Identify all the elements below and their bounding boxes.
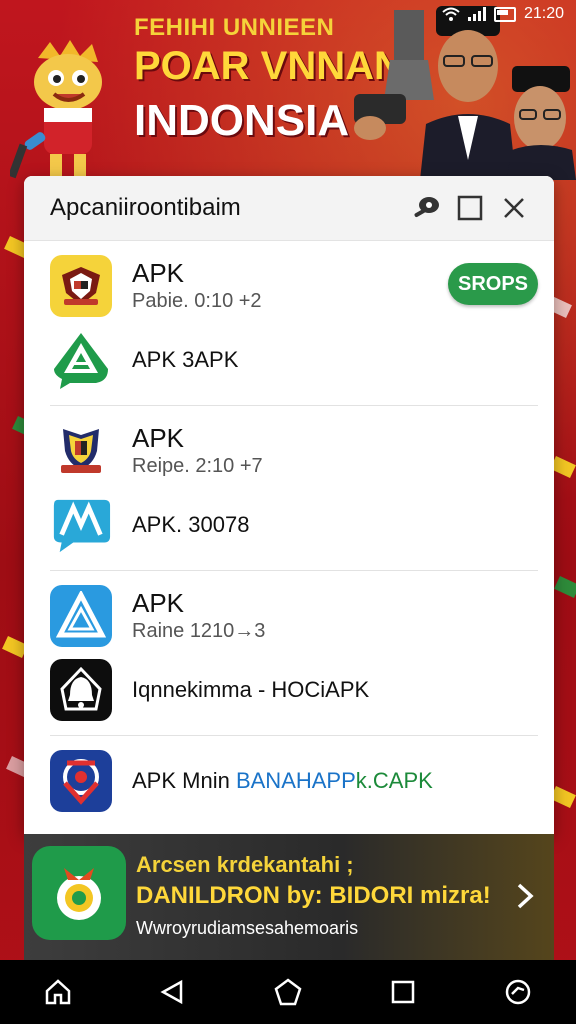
ad-headline: Arcsen krdekantahi ;	[136, 852, 354, 877]
app-link-text: BANAHAPP	[235, 768, 356, 793]
navigation-bar	[0, 960, 576, 1024]
battery-icon	[493, 6, 516, 22]
app-dialog: Apcaniiroontibaim APK Pabie. 0:10 +2 APK…	[24, 176, 554, 834]
back-button[interactable]	[146, 965, 200, 1019]
back-triangle-icon	[160, 979, 183, 1005]
blue-a-icon	[50, 585, 112, 647]
list-item[interactable]: APK Reipe. 2:10 +7	[50, 414, 538, 488]
pentagon-icon	[274, 978, 302, 1006]
close-button[interactable]	[492, 186, 536, 230]
blue-m-icon	[50, 494, 112, 556]
app-meta: Reipe. 2:10 +7	[132, 455, 263, 477]
list-item[interactable]: APK Raine 1210→3	[50, 579, 538, 653]
circle-arrow-icon	[506, 979, 531, 1005]
app-link-text: k.CAPK	[355, 768, 433, 793]
app-name: APK 3APK	[132, 347, 239, 372]
promo-banner: FEHIHI UNNIEEN POAR VNNANI INDONSIA 21:2…	[0, 0, 576, 180]
app-name: APK	[132, 258, 185, 288]
list-group: APK Raine 1210→3 Iqnnekimma - HOCiAPK	[50, 571, 538, 736]
green-a-icon	[50, 329, 112, 391]
home-icon	[45, 979, 70, 1005]
banner-heading-country: INDONSIA	[134, 96, 350, 145]
list-item[interactable]: APK Mnin BANAHAPPk.CAPK	[50, 744, 538, 818]
maximize-icon	[457, 195, 483, 221]
app-name: APK Mnin	[132, 768, 230, 793]
list-item[interactable]: Iqnnekimma - HOCiAPK	[50, 653, 538, 727]
list-group: APK Pabie. 0:10 +2 APK 3APK SROPS	[50, 241, 538, 406]
list-item[interactable]: APK 3APK	[50, 323, 538, 397]
ad-banner[interactable]: Arcsen krdekantahi ; DANILDRON by: BIDOR…	[24, 834, 554, 960]
ad-subtitle: Wwroyrudiamsesahemoaris	[136, 918, 359, 938]
app-name: APK	[132, 423, 185, 453]
app-name: Iqnnekimma - HOCiAPK	[132, 677, 370, 702]
emblem-icon	[50, 255, 112, 317]
dialog-title: Apcaniiroontibaim	[50, 194, 241, 221]
dialog-header: Apcaniiroontibaim	[24, 176, 554, 241]
chevron-right-icon[interactable]	[510, 876, 540, 916]
assistant-button[interactable]	[491, 965, 545, 1019]
app-name: APK	[132, 588, 185, 618]
home-button[interactable]	[31, 965, 85, 1019]
list-group: APK Reipe. 2:10 +7 APK. 30078	[50, 406, 538, 571]
app-meta: Raine 1210→3	[132, 620, 266, 642]
bell-icon	[50, 659, 112, 721]
close-icon	[504, 198, 524, 218]
drops-button[interactable]: SROPS	[448, 263, 538, 305]
recents-button[interactable]	[376, 965, 430, 1019]
maximize-button[interactable]	[448, 186, 492, 230]
list-item[interactable]: APK. 30078	[50, 488, 538, 562]
badge-icon	[50, 750, 112, 812]
app-name: APK. 30078	[132, 512, 250, 537]
banner-heading-small: FEHIHI UNNIEEN	[134, 14, 335, 41]
list-group: APK Mnin BANAHAPPk.CAPK	[50, 736, 538, 826]
status-time: 21:20	[523, 5, 564, 22]
signal-icon	[467, 7, 486, 21]
app-list: APK Pabie. 0:10 +2 APK 3APK SROPS APK Re…	[24, 241, 554, 826]
mascot-illustration	[10, 40, 102, 179]
pin-icon	[414, 197, 439, 217]
ad-app-icon	[32, 846, 126, 940]
overview-button[interactable]	[261, 965, 315, 1019]
pin-button[interactable]	[404, 186, 448, 230]
crest-icon	[50, 420, 112, 482]
square-icon	[391, 980, 415, 1004]
ad-title: DANILDRON by: BIDORI mizra!	[136, 882, 491, 909]
status-bar: 21:20	[364, 0, 576, 28]
app-meta: Pabie. 0:10 +2	[132, 290, 262, 312]
wifi-icon	[442, 7, 460, 21]
